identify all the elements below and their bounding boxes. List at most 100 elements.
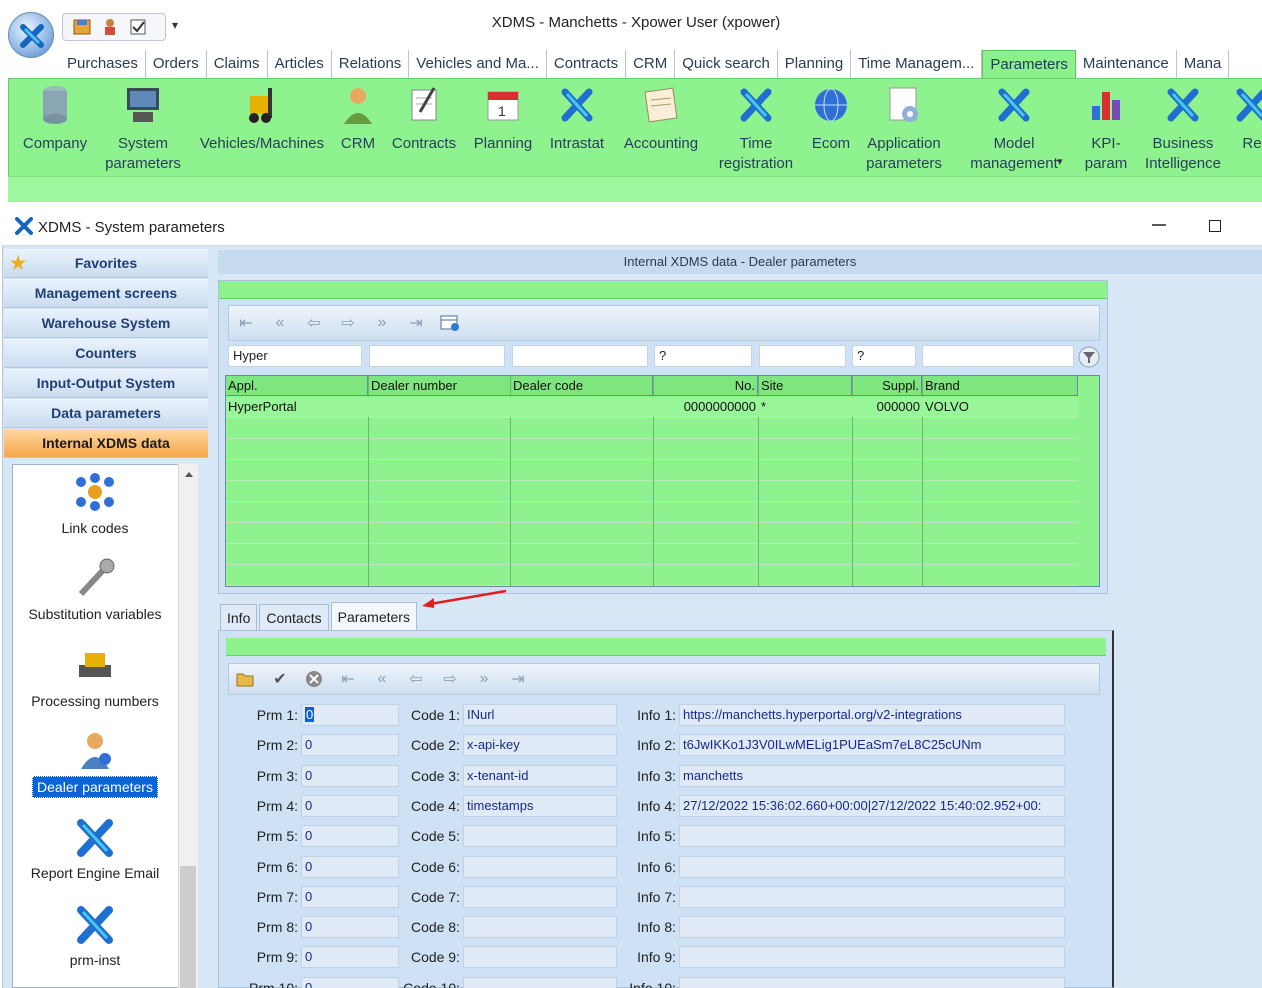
code-field[interactable] <box>463 916 617 939</box>
info-field[interactable] <box>679 946 1065 969</box>
info-field[interactable] <box>679 825 1065 848</box>
ribbon-tab-10[interactable]: Time Managem... <box>851 50 983 78</box>
next-record-icon[interactable]: ⇨ <box>335 310 361 336</box>
info-field[interactable]: 27/12/2022 15:36:02.660+00:00|27/12/2022… <box>679 794 1065 817</box>
code-field[interactable]: INurl <box>463 704 617 726</box>
ribbon-tab-11[interactable]: Parameters <box>982 50 1076 78</box>
ribbon-item-14[interactable]: Re <box>1187 82 1262 154</box>
prm-field[interactable]: 0 <box>301 946 399 969</box>
sidebar-item-4[interactable]: Report Engine Email <box>14 815 176 881</box>
prm-label: Prm 10: <box>248 979 298 988</box>
filter-input-5[interactable]: ? <box>852 345 916 367</box>
ribbon-tab-13[interactable]: Mana <box>1177 50 1230 78</box>
next-record-icon[interactable]: ⇨ <box>437 666 463 692</box>
chevron-down-icon[interactable]: ▾ <box>1057 155 1063 168</box>
minimize-button[interactable] <box>1150 216 1168 234</box>
info-field[interactable] <box>679 855 1065 878</box>
prm-field[interactable]: 0 <box>301 885 399 908</box>
ribbon-tab-3[interactable]: Articles <box>268 50 332 78</box>
first-record-icon[interactable]: ⇤ <box>233 310 259 336</box>
filter-input-2[interactable] <box>512 345 648 367</box>
ribbon-tab-12[interactable]: Maintenance <box>1076 50 1177 78</box>
column-header[interactable]: No. <box>654 376 758 396</box>
ribbon-tab-8[interactable]: Quick search <box>675 50 778 78</box>
code-field[interactable] <box>463 855 617 878</box>
ribbon-item-1[interactable]: System parameters <box>78 82 208 174</box>
ribbon-tab-2[interactable]: Claims <box>207 50 268 78</box>
info-field[interactable] <box>679 885 1065 908</box>
sidebar-nav-6[interactable]: Internal XDMS data <box>4 429 208 458</box>
sidebar-item-1[interactable]: Substitution variables <box>14 556 176 622</box>
sidebar-scroll-thumb[interactable] <box>180 866 196 988</box>
ribbon-tab-9[interactable]: Planning <box>778 50 852 78</box>
previous-page-icon[interactable]: « <box>267 310 293 336</box>
prm-field[interactable]: 0 <box>301 976 399 988</box>
sidebar-nav-2[interactable]: Warehouse System <box>4 309 208 338</box>
next-page-icon[interactable]: » <box>471 666 497 692</box>
prm-field[interactable]: 0 <box>301 704 399 726</box>
sidebar-item-5[interactable]: prm-inst <box>14 902 176 968</box>
ribbon-tab-5[interactable]: Vehicles and Ma... <box>409 50 547 78</box>
column-header[interactable]: Dealer code <box>511 376 653 396</box>
column-header[interactable]: Appl. <box>226 376 368 396</box>
code-field[interactable]: x-tenant-id <box>463 764 617 787</box>
first-record-icon[interactable]: ⇤ <box>335 666 361 692</box>
filter-input-6[interactable] <box>922 345 1074 367</box>
ribbon-tab-1[interactable]: Orders <box>146 50 207 78</box>
tab-info[interactable]: Info <box>220 604 258 630</box>
sidebar-nav-5[interactable]: Data parameters <box>4 399 208 428</box>
add-table-icon[interactable] <box>437 310 463 336</box>
filter-input-1[interactable] <box>369 345 505 367</box>
confirm-icon[interactable]: ✔ <box>267 666 293 692</box>
previous-record-icon[interactable]: ⇦ <box>403 666 429 692</box>
column-header[interactable]: Site <box>759 376 852 396</box>
table-row[interactable]: HyperPortal 0000000000 * 000000 VOLVO <box>226 397 1079 417</box>
info-field[interactable] <box>679 916 1065 939</box>
last-record-icon[interactable]: ⇥ <box>403 310 429 336</box>
info-field[interactable] <box>679 976 1065 988</box>
code-field[interactable] <box>463 825 617 848</box>
sidebar-item-2[interactable]: Processing numbers <box>14 643 176 709</box>
filter-icon[interactable] <box>1078 346 1100 368</box>
last-record-icon[interactable]: ⇥ <box>505 666 531 692</box>
code-field[interactable]: timestamps <box>463 794 617 817</box>
ribbon-tab-7[interactable]: CRM <box>626 50 676 78</box>
sidebar-item-3[interactable]: Dealer parameters <box>14 729 176 798</box>
column-header[interactable]: Suppl. <box>853 376 922 396</box>
column-header[interactable]: Brand <box>923 376 1078 396</box>
code-field[interactable] <box>463 885 617 908</box>
previous-page-icon[interactable]: « <box>369 666 395 692</box>
tab-contacts[interactable]: Contacts <box>259 604 329 630</box>
previous-record-icon[interactable]: ⇦ <box>301 310 327 336</box>
info-field[interactable]: https://manchetts.hyperportal.org/v2-int… <box>679 704 1065 726</box>
info-field[interactable]: manchetts <box>679 764 1065 787</box>
open-folder-icon[interactable] <box>233 666 259 692</box>
next-page-icon[interactable]: » <box>369 310 395 336</box>
sidebar-item-0[interactable]: Link codes <box>14 470 176 536</box>
sidebar-nav-0[interactable]: ★ Favorites <box>4 249 208 278</box>
ribbon-tab-0[interactable]: Purchases <box>60 50 146 78</box>
code-field[interactable] <box>463 976 617 988</box>
sidebar-nav-4[interactable]: Input-Output System <box>4 369 208 398</box>
info-field[interactable]: t6JwIKKo1J3V0ILwMELig1PUEaSm7eL8C25cUNm <box>679 734 1065 757</box>
sidebar-nav-3[interactable]: Counters <box>4 339 208 368</box>
filter-input-4[interactable] <box>759 345 846 367</box>
cancel-icon[interactable] <box>301 666 327 692</box>
code-field[interactable]: x-api-key <box>463 734 617 757</box>
prm-field[interactable]: 0 <box>301 794 399 817</box>
filter-input-0[interactable]: Hyper <box>228 345 362 367</box>
filter-input-3[interactable]: ? <box>654 345 752 367</box>
maximize-button[interactable] <box>1209 220 1221 232</box>
ribbon-tab-6[interactable]: Contracts <box>547 50 627 78</box>
sidebar-nav-1[interactable]: Management screens <box>4 279 208 308</box>
code-field[interactable] <box>463 946 617 969</box>
prm-field[interactable]: 0 <box>301 764 399 787</box>
ribbon-tab-4[interactable]: Relations <box>332 50 410 78</box>
tab-parameters[interactable]: Parameters <box>330 602 417 630</box>
application-menu-button[interactable] <box>8 12 54 58</box>
prm-field[interactable]: 0 <box>301 916 399 939</box>
prm-field[interactable]: 0 <box>301 734 399 757</box>
prm-field[interactable]: 0 <box>301 825 399 848</box>
prm-field[interactable]: 0 <box>301 855 399 878</box>
column-header[interactable]: Dealer number <box>369 376 511 396</box>
